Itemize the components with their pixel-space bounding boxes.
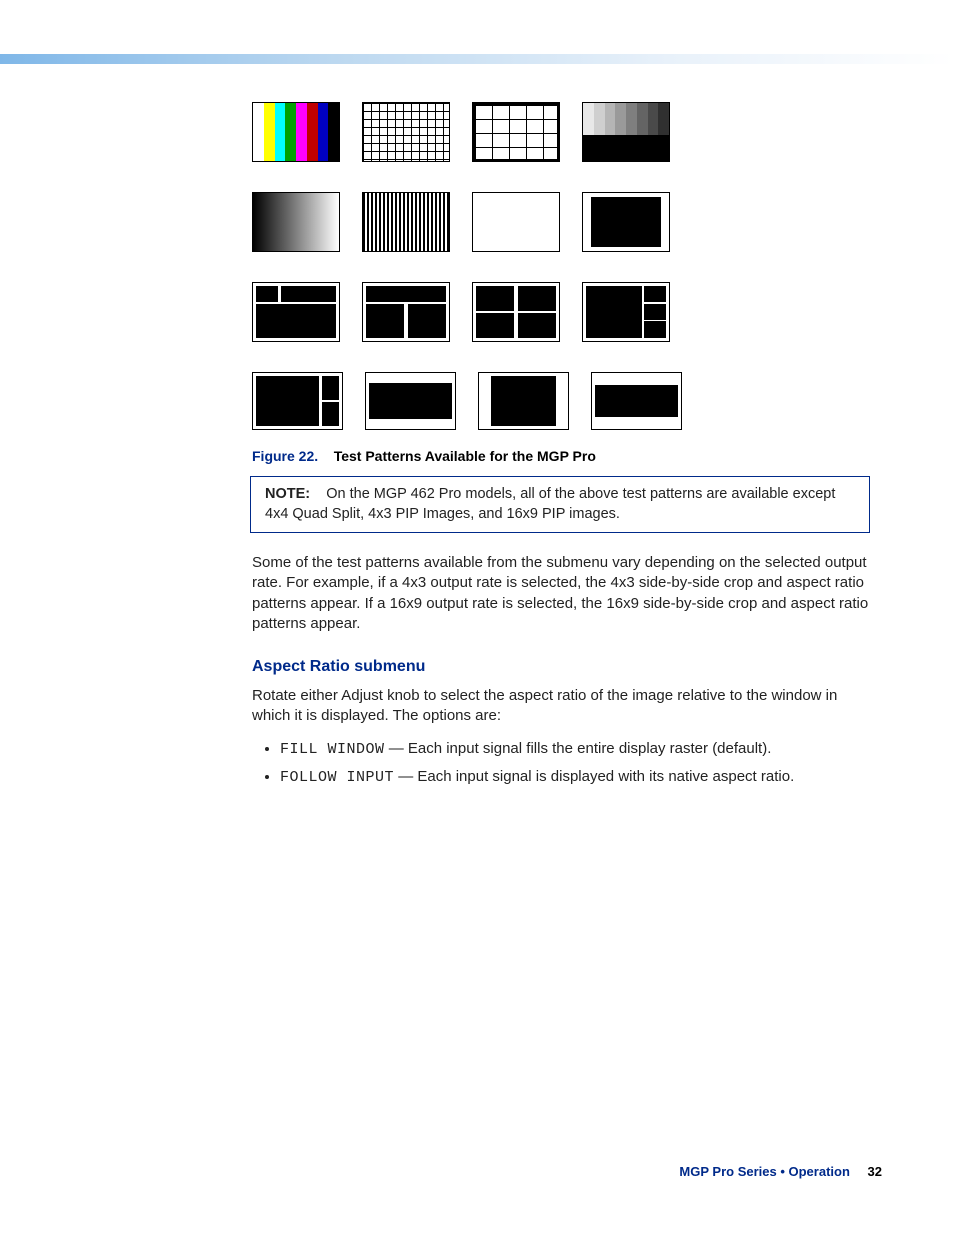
paragraph: Some of the test patterns available from… bbox=[252, 553, 877, 634]
list-item: FOLLOW INPUT — Each input signal is disp… bbox=[280, 765, 862, 789]
pattern-grayscale bbox=[582, 102, 670, 162]
pattern-row bbox=[252, 102, 682, 162]
paragraph: Rotate either Adjust knob to select the … bbox=[252, 686, 877, 727]
note-text: On the MGP 462 Pro models, all of the ab… bbox=[265, 486, 835, 522]
page: Figure 22. Test Patterns Available for t… bbox=[0, 0, 954, 1235]
pattern-layout-c bbox=[472, 282, 560, 342]
pattern-white-field bbox=[472, 192, 560, 252]
pattern-4-3-safe bbox=[582, 192, 670, 252]
pattern-layout-a bbox=[252, 282, 340, 342]
note-label: NOTE: bbox=[265, 486, 310, 502]
pattern-pip-c bbox=[478, 372, 569, 430]
pattern-pip-b bbox=[365, 372, 456, 430]
pattern-alt-lines bbox=[362, 192, 450, 252]
options-list: FILL WINDOW — Each input signal fills th… bbox=[252, 737, 862, 790]
list-item: FILL WINDOW — Each input signal fills th… bbox=[280, 737, 862, 761]
content-area: Figure 22. Test Patterns Available for t… bbox=[252, 102, 862, 793]
option-code: FOLLOW INPUT bbox=[280, 769, 394, 786]
figure-caption: Figure 22. Test Patterns Available for t… bbox=[252, 448, 862, 464]
pattern-ramp bbox=[252, 192, 340, 252]
page-number: 32 bbox=[868, 1164, 882, 1179]
pattern-crosshatch-fine bbox=[362, 102, 450, 162]
pattern-row bbox=[252, 372, 682, 430]
option-desc: — Each input signal fills the entire dis… bbox=[385, 740, 772, 757]
option-desc: — Each input signal is displayed with it… bbox=[394, 768, 794, 785]
pattern-crosshatch-coarse bbox=[472, 102, 560, 162]
figure-label: Figure 22. bbox=[252, 448, 318, 464]
footer-text: MGP Pro Series • Operation bbox=[679, 1164, 849, 1179]
note-box: NOTE: On the MGP 462 Pro models, all of … bbox=[250, 476, 870, 533]
page-footer: MGP Pro Series • Operation 32 bbox=[679, 1164, 882, 1179]
pattern-layout-b bbox=[362, 282, 450, 342]
header-gradient bbox=[0, 54, 954, 64]
test-pattern-grid bbox=[252, 102, 682, 430]
pattern-row bbox=[252, 282, 682, 342]
pattern-row bbox=[252, 192, 682, 252]
pattern-color-bars bbox=[252, 102, 340, 162]
pattern-layout-d bbox=[582, 282, 670, 342]
figure-caption-text: Test Patterns Available for the MGP Pro bbox=[334, 448, 596, 464]
pattern-pip-a bbox=[252, 372, 343, 430]
section-heading: Aspect Ratio submenu bbox=[252, 658, 862, 676]
pattern-pip-d bbox=[591, 372, 682, 430]
option-code: FILL WINDOW bbox=[280, 741, 385, 758]
color-bars-icon bbox=[253, 103, 339, 161]
